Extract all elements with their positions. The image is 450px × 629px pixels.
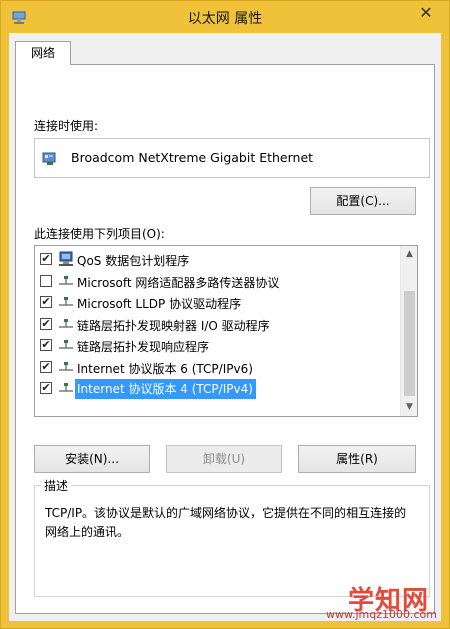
item-label: Microsoft LLDP 协议驱动程序 <box>77 297 242 311</box>
item-label: 链路层拓扑发现响应程序 <box>77 340 210 354</box>
network-card-icon <box>42 152 56 165</box>
list-item[interactable]: ✔ QoS 数据包计划程序 <box>35 249 401 269</box>
watermark-url: www.jmqz1000.com <box>326 608 437 621</box>
properties-button[interactable]: 属性(R) <box>298 445 416 473</box>
close-button[interactable]: ✕ <box>411 2 441 24</box>
protocol-icon <box>59 297 73 306</box>
title-bar[interactable]: 以太网 属性 ✕ <box>1 1 449 33</box>
protocol-icon <box>59 318 73 328</box>
items-list-content: ✔ QoS 数据包计划程序 Microsoft 网络适配器多路传送器协议 ✔ Micro… <box>35 246 401 416</box>
items-list[interactable]: ✔ QoS 数据包计划程序 Microsoft 网络适配器多路传送器协议 ✔ Micro… <box>34 245 418 417</box>
list-item[interactable]: Microsoft 网络适配器多路传送器协议 <box>35 271 401 291</box>
scroll-thumb[interactable] <box>404 291 415 396</box>
item-checkbox[interactable]: ✔ <box>40 339 52 351</box>
protocol-icon <box>59 383 73 392</box>
properties-window: 以太网 属性 ✕ 网络 连接时使用: Broadcom NetXtreme Gi… <box>0 0 450 629</box>
item-label: Internet 协议版本 4 (TCP/IPv4) <box>75 379 256 399</box>
protocol-icon <box>59 275 73 285</box>
item-checkbox[interactable] <box>40 274 52 287</box>
window-title: 以太网 属性 <box>187 11 263 27</box>
install-button[interactable]: 安装(N)... <box>34 445 150 473</box>
adapter-field: Broadcom NetXtreme Gigabit Ethernet <box>34 138 430 178</box>
list-item[interactable]: ✔ Microsoft LLDP 协议驱动程序 <box>35 292 401 312</box>
description-text: TCP/IP。该协议是默认的广域网络协议，它提供在不同的相互连接的网络上的通讯。 <box>45 506 407 539</box>
qos-icon <box>59 251 73 266</box>
item-label: 链路层拓扑发现映射器 I/O 驱动程序 <box>77 318 270 333</box>
item-label: Internet 协议版本 6 (TCP/IPv6) <box>77 361 253 376</box>
site-watermark: 学知网 www.jmqz1000.com <box>313 580 443 624</box>
tab-panel-network: 连接时使用: Broadcom NetXtreme Gigabit Ethern… <box>15 64 435 614</box>
list-item[interactable]: ✔ Internet 协议版本 6 (TCP/IPv6) <box>35 357 401 377</box>
item-checkbox[interactable]: ✔ <box>40 360 52 373</box>
item-checkbox[interactable]: ✔ <box>40 382 52 394</box>
item-label: Microsoft 网络适配器多路传送器协议 <box>77 275 280 290</box>
item-label: QoS 数据包计划程序 <box>77 254 190 268</box>
item-checkbox[interactable]: ✔ <box>40 253 52 265</box>
list-item[interactable]: ✔ Internet 协议版本 4 (TCP/IPv4) <box>35 378 401 399</box>
dialog-client-area: 网络 连接时使用: Broadcom NetXtreme Gigabit Eth… <box>9 33 441 621</box>
list-item[interactable]: ✔ 链路层拓扑发现映射器 I/O 驱动程序 <box>35 314 401 334</box>
protocol-icon <box>59 340 73 349</box>
connect-using-label: 连接时使用: <box>34 119 99 133</box>
description-legend: 描述 <box>41 477 72 494</box>
item-checkbox[interactable]: ✔ <box>40 317 52 330</box>
items-section-label: 此连接使用下列项目(O): <box>34 227 165 241</box>
uninstall-button[interactable]: 卸载(U) <box>166 445 282 473</box>
tab-network[interactable]: 网络 <box>15 41 71 65</box>
list-item[interactable]: ✔ 链路层拓扑发现响应程序 <box>35 335 401 355</box>
scroll-up-icon[interactable]: ▲ <box>401 246 417 263</box>
list-scrollbar[interactable]: ▲ ▼ <box>400 246 417 416</box>
configure-button[interactable]: 配置(C)... <box>310 187 416 215</box>
scroll-down-icon[interactable]: ▼ <box>401 399 417 416</box>
item-checkbox[interactable]: ✔ <box>40 296 52 308</box>
protocol-icon <box>59 361 73 371</box>
adapter-name: Broadcom NetXtreme Gigabit Ethernet <box>71 150 314 165</box>
